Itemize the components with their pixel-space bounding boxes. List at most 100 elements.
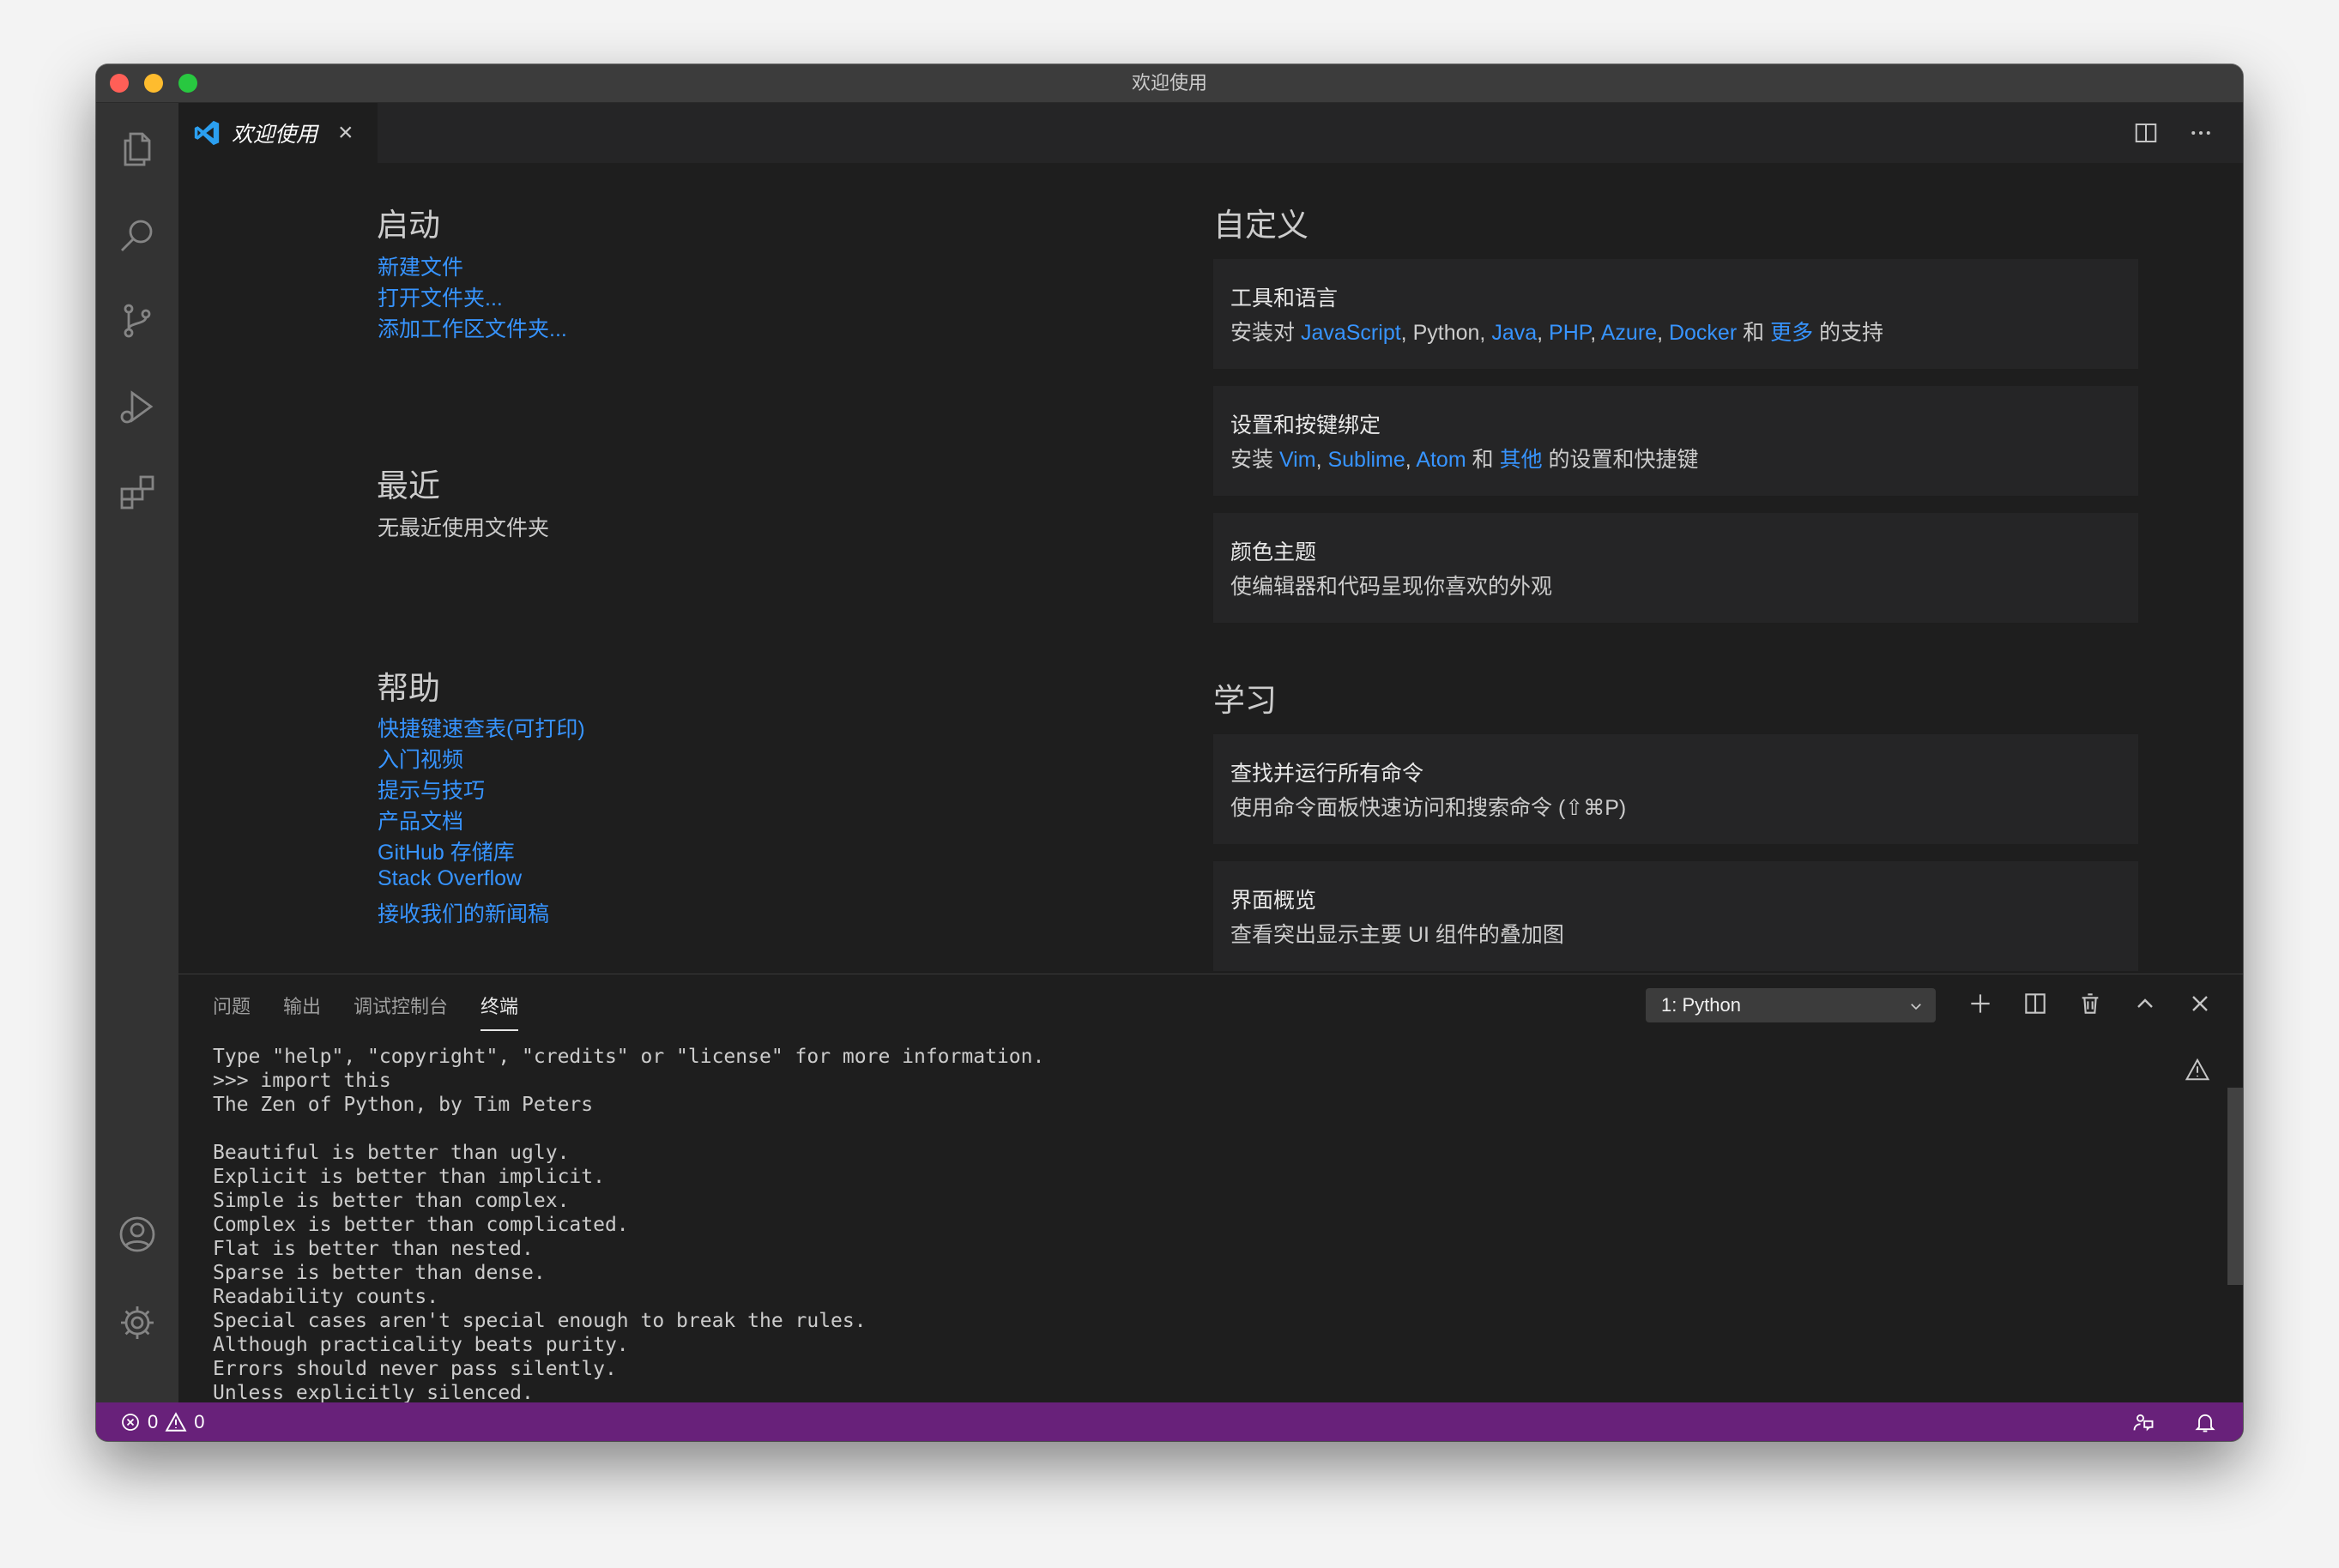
account-icon <box>119 1216 155 1252</box>
help-heading: 帮助 <box>377 671 440 706</box>
new-file-link[interactable]: 新建文件 <box>378 250 463 281</box>
new-terminal-icon[interactable] <box>1967 990 1994 1017</box>
link-azure[interactable]: Azure <box>1601 321 1657 345</box>
tab-title: 欢迎使用 <box>232 123 318 147</box>
title-bar: 欢迎使用 <box>96 64 2243 103</box>
color-theme-card[interactable]: 颜色主题 使编辑器和代码呈现你喜欢的外观 <box>1213 513 2138 623</box>
text-python: Python <box>1412 321 1480 345</box>
terminal-line: Unless explicitly silenced. <box>213 1382 534 1404</box>
tab-welcome[interactable]: 欢迎使用 × <box>178 103 378 163</box>
no-recent-text: 无最近使用文件夹 <box>378 516 550 540</box>
source-control-button[interactable] <box>96 283 178 359</box>
terminal-line: Simple is better than complex. <box>213 1190 570 1212</box>
find-commands-card[interactable]: 查找并运行所有命令 使用命令面板快速访问和搜索命令 (⇧⌘P) <box>1213 734 2138 844</box>
window-title: 欢迎使用 <box>1131 72 1207 93</box>
minimize-window-button[interactable] <box>144 74 163 93</box>
card-title: 工具和语言 <box>1230 286 1339 311</box>
terminal-line: Sparse is better than dense. <box>213 1262 546 1284</box>
help-link-docs[interactable]: 产品文档 <box>378 805 463 835</box>
close-icon[interactable] <box>2186 990 2214 1017</box>
search-button[interactable] <box>96 197 178 273</box>
link-vim[interactable]: Vim <box>1279 448 1316 472</box>
card-description: 使用命令面板快速访问和搜索命令 (⇧⌘P) <box>1230 796 1627 820</box>
help-link-stackoverflow[interactable]: Stack Overflow <box>378 866 522 891</box>
terminal-scrollbar[interactable] <box>2227 1088 2243 1285</box>
card-description: 安装对 JavaScript, Python, Java, PHP, Azure… <box>1230 321 1884 345</box>
help-link-tips[interactable]: 提示与技巧 <box>378 774 485 805</box>
help-link-newsletter[interactable]: 接收我们的新闻稿 <box>378 897 549 928</box>
tab-bar: 欢迎使用 × <box>178 103 2243 163</box>
chevron-up-icon[interactable] <box>2131 990 2159 1017</box>
terminal-select-value: 1: Python <box>1661 994 1741 1016</box>
tab-terminal[interactable]: 终端 <box>480 992 519 1031</box>
link-atom[interactable]: Atom <box>1416 448 1466 472</box>
close-window-button[interactable] <box>110 74 129 93</box>
terminal-line: Special cases aren't special enough to b… <box>213 1310 867 1332</box>
extensions-button[interactable] <box>96 455 178 530</box>
bottom-panel: 问题 输出 调试控制台 终端 1: Python Type "help", "c… <box>178 974 2243 1405</box>
tab-debug-console[interactable]: 调试控制台 <box>354 992 448 1031</box>
link-php[interactable]: PHP <box>1549 321 1590 345</box>
run-debug-icon <box>120 390 154 424</box>
settings-keybindings-card[interactable]: 设置和按键绑定 安装 Vim, Sublime, Atom 和 其他 的设置和快… <box>1213 386 2138 496</box>
tab-close-button[interactable]: × <box>338 120 354 146</box>
accounts-button[interactable] <box>96 1197 178 1272</box>
link-other-keymaps[interactable]: 其他 <box>1500 448 1543 472</box>
terminal-line: Errors should never pass silently. <box>213 1358 617 1380</box>
card-title: 颜色主题 <box>1230 540 1317 564</box>
status-bar: 0 0 <box>96 1402 2243 1441</box>
start-heading: 启动 <box>377 208 440 243</box>
vscode-window: 欢迎使用 欢迎使用 × 启动 新建文件 打开文件夹... 添加工作区文件夹...… <box>96 64 2243 1441</box>
error-icon <box>122 1413 139 1431</box>
interface-overview-card[interactable]: 界面概览 查看突出显示主要 UI 组件的叠加图 <box>1213 861 2138 971</box>
terminal-select[interactable]: 1: Python <box>1646 988 1936 1022</box>
terminal-output[interactable]: Type "help", "copyright", "credits" or "… <box>213 1045 2191 1405</box>
card-title: 查找并运行所有命令 <box>1230 762 1424 786</box>
feedback-icon[interactable] <box>2131 1410 2155 1434</box>
card-description: 查看突出显示主要 UI 组件的叠加图 <box>1230 923 1564 947</box>
terminal-line: Although practicality beats purity. <box>213 1334 629 1356</box>
trash-icon[interactable] <box>2076 990 2104 1017</box>
learn-heading: 学习 <box>1213 683 1277 718</box>
welcome-page: 启动 新建文件 打开文件夹... 添加工作区文件夹... 最近 无最近使用文件夹… <box>178 163 2243 974</box>
link-sublime[interactable]: Sublime <box>1327 448 1405 472</box>
link-javascript[interactable]: JavaScript <box>1301 321 1401 345</box>
help-link-keyboard-cheatsheet[interactable]: 快捷键速查表(可打印) <box>378 712 585 743</box>
editor-area: 欢迎使用 × 启动 新建文件 打开文件夹... 添加工作区文件夹... 最近 无… <box>178 103 2243 1405</box>
status-right <box>2131 1402 2217 1441</box>
zoom-window-button[interactable] <box>178 74 197 93</box>
terminal-line: Flat is better than nested. <box>213 1238 534 1260</box>
run-debug-button[interactable] <box>96 369 178 444</box>
terminal-line: Readability counts. <box>213 1286 439 1308</box>
card-title: 界面概览 <box>1230 889 1317 913</box>
tools-languages-card[interactable]: 工具和语言 安装对 JavaScript, Python, Java, PHP,… <box>1213 259 2138 369</box>
activity-bar <box>96 103 178 1402</box>
source-control-icon <box>124 304 151 338</box>
split-editor-icon[interactable] <box>2133 120 2159 146</box>
split-terminal-icon[interactable] <box>2022 990 2049 1017</box>
explorer-button[interactable] <box>96 112 178 187</box>
window-controls <box>110 74 197 93</box>
add-workspace-folder-link[interactable]: 添加工作区文件夹... <box>378 312 567 343</box>
help-link-intro-videos[interactable]: 入门视频 <box>378 743 463 774</box>
link-java[interactable]: Java <box>1491 321 1537 345</box>
link-docker[interactable]: Docker <box>1669 321 1737 345</box>
error-count: 0 <box>148 1410 159 1432</box>
card-title: 设置和按键绑定 <box>1230 413 1381 437</box>
more-actions-icon[interactable] <box>2188 120 2214 146</box>
link-more-tools[interactable]: 更多 <box>1770 321 1813 345</box>
tab-problems[interactable]: 问题 <box>213 992 251 1031</box>
bell-icon[interactable] <box>2193 1410 2217 1434</box>
problems-indicator[interactable]: 0 0 <box>120 1402 205 1441</box>
warning-icon <box>165 1411 187 1432</box>
card-description: 安装 Vim, Sublime, Atom 和 其他 的设置和快捷键 <box>1230 448 1699 472</box>
open-folder-link[interactable]: 打开文件夹... <box>378 281 503 312</box>
warning-icon <box>2185 1058 2210 1081</box>
terminal-line: The Zen of Python, by Tim Peters <box>213 1094 594 1116</box>
terminal-line: >>> import this <box>213 1070 391 1092</box>
extensions-icon <box>120 475 154 510</box>
tab-output[interactable]: 输出 <box>283 992 321 1031</box>
help-link-github[interactable]: GitHub 存储库 <box>378 835 515 866</box>
manage-button[interactable] <box>96 1285 178 1360</box>
